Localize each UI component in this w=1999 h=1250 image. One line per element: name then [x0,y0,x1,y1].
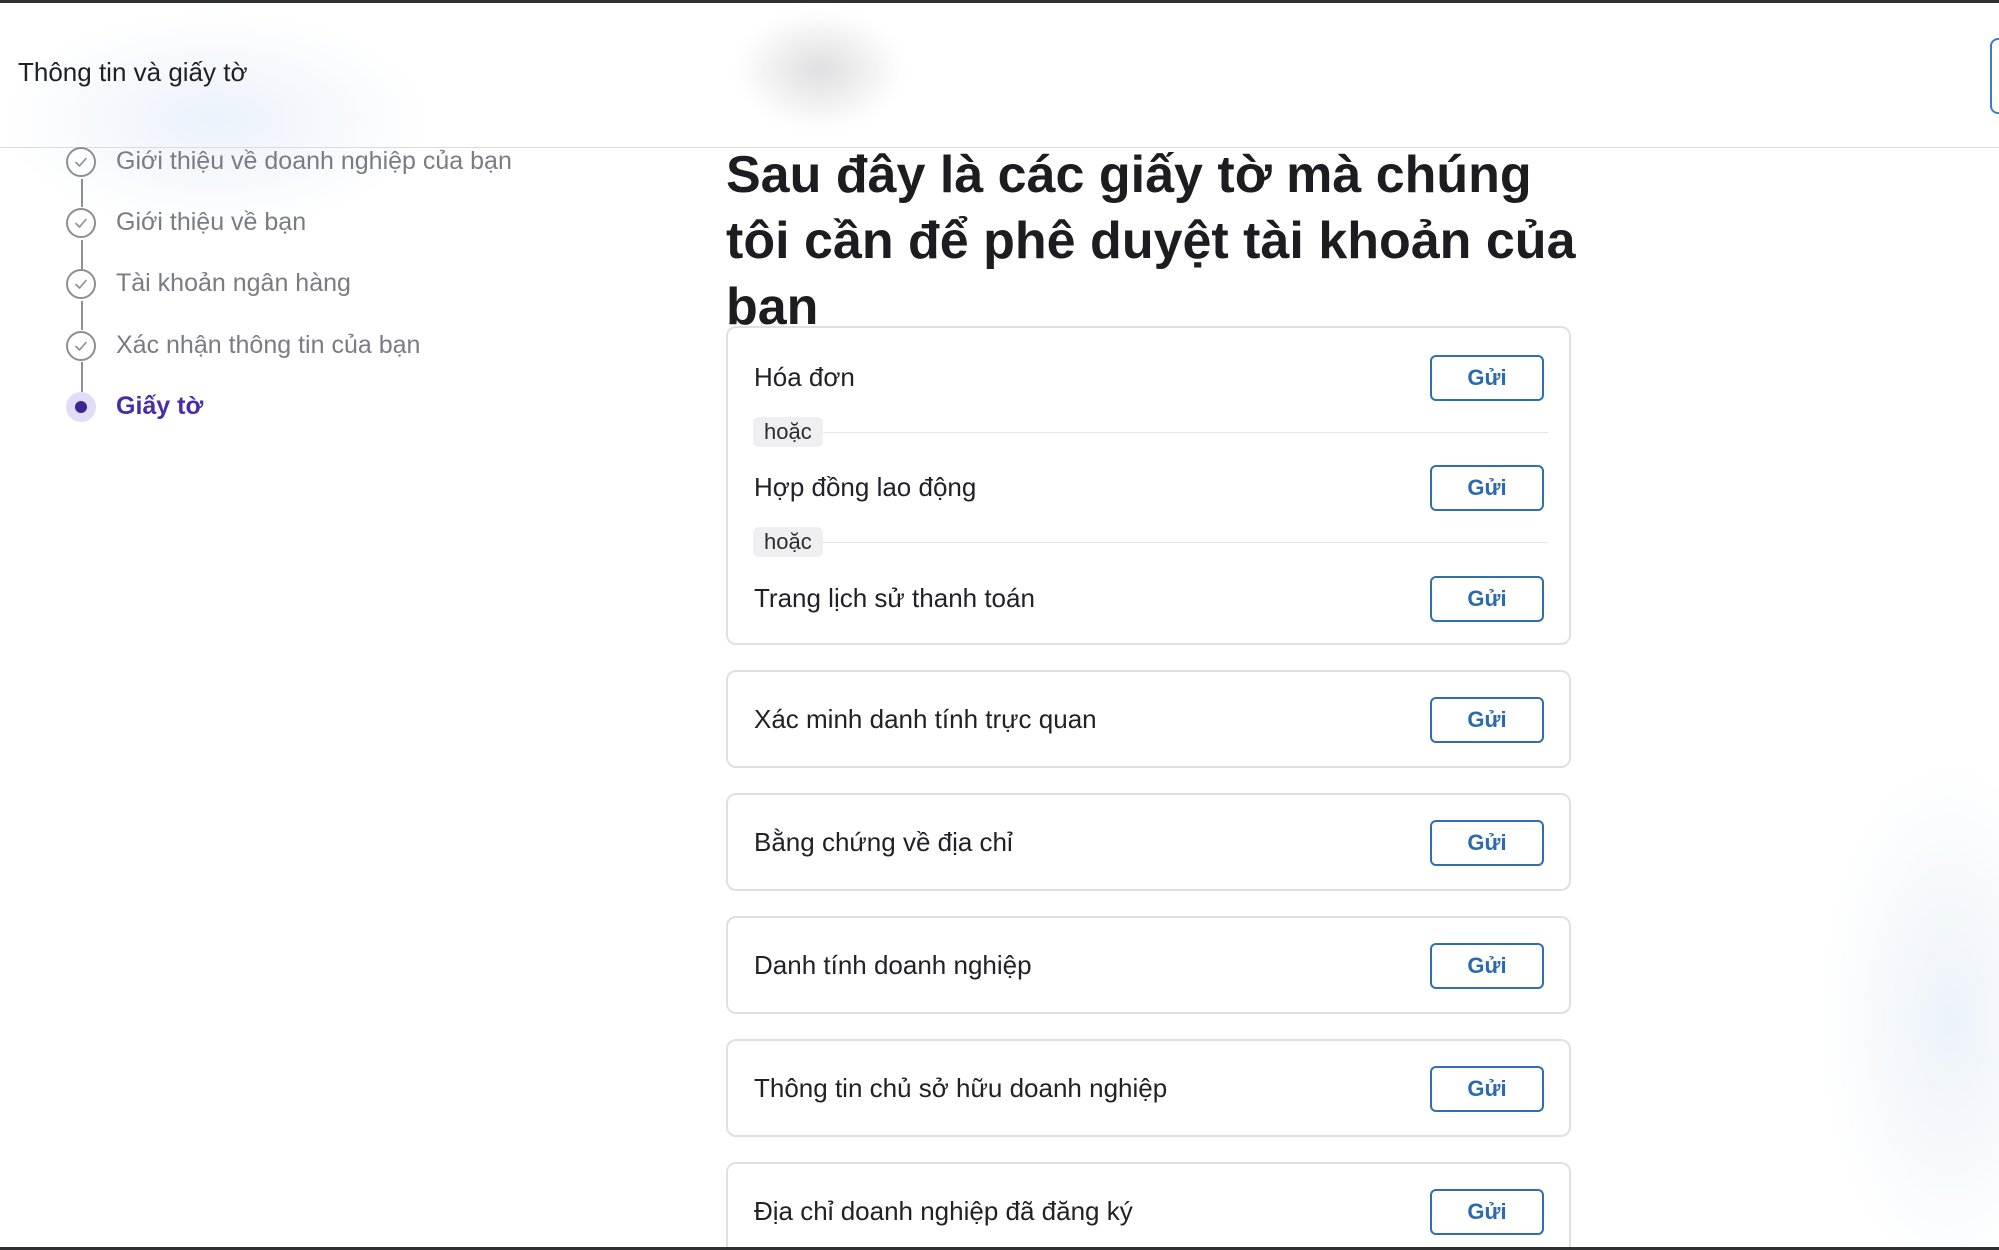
step-connector [81,240,83,269]
document-row: Thông tin chủ sở hữu doanh nghiệp Gửi [728,1066,1569,1112]
page-title: Sau đây là các giấy tờ mà chúng tôi cần … [726,146,1576,336]
step-label: Xác nhận thông tin của bạn [116,331,421,359]
send-button[interactable]: Gửi [1430,576,1544,622]
or-chip: hoặc [753,417,823,447]
document-label: Hóa đơn [754,362,855,392]
step-label: Giới thiệu về bạn [116,208,307,236]
document-row: Hợp đồng lao động Gửi [728,465,1569,511]
background-glow [1820,760,1999,1250]
document-label: Danh tính doanh nghiệp [754,950,1032,980]
divider [753,432,1548,433]
step-connector [81,179,83,207]
or-chip: hoặc [753,527,823,557]
step-connector [81,362,83,392]
step-about-business[interactable]: Giới thiệu về doanh nghiệp của bạn [66,145,512,179]
send-button[interactable]: Gửi [1430,943,1544,989]
send-button[interactable]: Gửi [1430,1189,1544,1235]
send-button[interactable]: Gửi [1430,820,1544,866]
step-label: Tài khoản ngân hàng [116,269,351,297]
or-separator: hoặc [753,527,1548,557]
check-icon [66,208,96,238]
check-icon [66,147,96,177]
send-button[interactable]: Gửi [1430,465,1544,511]
step-connector [81,301,83,330]
step-about-you[interactable]: Giới thiệu về bạn [66,206,306,240]
document-row: Hóa đơn Gửi [728,355,1569,401]
send-button[interactable]: Gửi [1430,697,1544,743]
page: Thông tin và giấy tờ Giới thiệu về doanh… [0,0,1999,1250]
or-separator: hoặc [753,417,1548,447]
send-button[interactable]: Gửi [1430,355,1544,401]
document-label: Bằng chứng về địa chỉ [754,827,1013,857]
current-step-dot-icon [66,392,96,422]
step-bank-account[interactable]: Tài khoản ngân hàng [66,267,351,301]
document-label: Địa chỉ doanh nghiệp đã đăng ký [754,1196,1133,1226]
divider [753,542,1548,543]
document-label: Hợp đồng lao động [754,472,977,502]
document-card: Thông tin chủ sở hữu doanh nghiệp Gửi [726,1039,1571,1137]
document-card: Địa chỉ doanh nghiệp đã đăng ký Gửi [726,1162,1571,1250]
header-action-button[interactable] [1990,38,1999,114]
document-card: Xác minh danh tính trực quan Gửi [726,670,1571,768]
document-row: Bằng chứng về địa chỉ Gửi [728,820,1569,866]
document-row: Địa chỉ doanh nghiệp đã đăng ký Gửi [728,1189,1569,1235]
document-card: Hóa đơn Gửi hoặc Hợp đồng lao động Gửi h… [726,326,1571,645]
step-label: Giới thiệu về doanh nghiệp của bạn [116,147,512,175]
check-icon [66,269,96,299]
document-label: Thông tin chủ sở hữu doanh nghiệp [754,1073,1168,1103]
page-header: Thông tin và giấy tờ [0,3,1999,148]
document-card: Danh tính doanh nghiệp Gửi [726,916,1571,1014]
document-row: Trang lịch sử thanh toán Gửi [728,576,1569,622]
send-button[interactable]: Gửi [1430,1066,1544,1112]
step-documents[interactable]: Giấy tờ [66,390,203,424]
step-confirm-info[interactable]: Xác nhận thông tin của bạn [66,329,420,363]
document-label: Trang lịch sử thanh toán [754,583,1035,613]
header-title: Thông tin và giấy tờ [18,57,248,87]
document-row: Danh tính doanh nghiệp Gửi [728,943,1569,989]
step-label: Giấy tờ [116,392,204,420]
document-row: Xác minh danh tính trực quan Gửi [728,697,1569,743]
document-card: Bằng chứng về địa chỉ Gửi [726,793,1571,891]
document-label: Xác minh danh tính trực quan [754,704,1097,734]
check-icon [66,331,96,361]
